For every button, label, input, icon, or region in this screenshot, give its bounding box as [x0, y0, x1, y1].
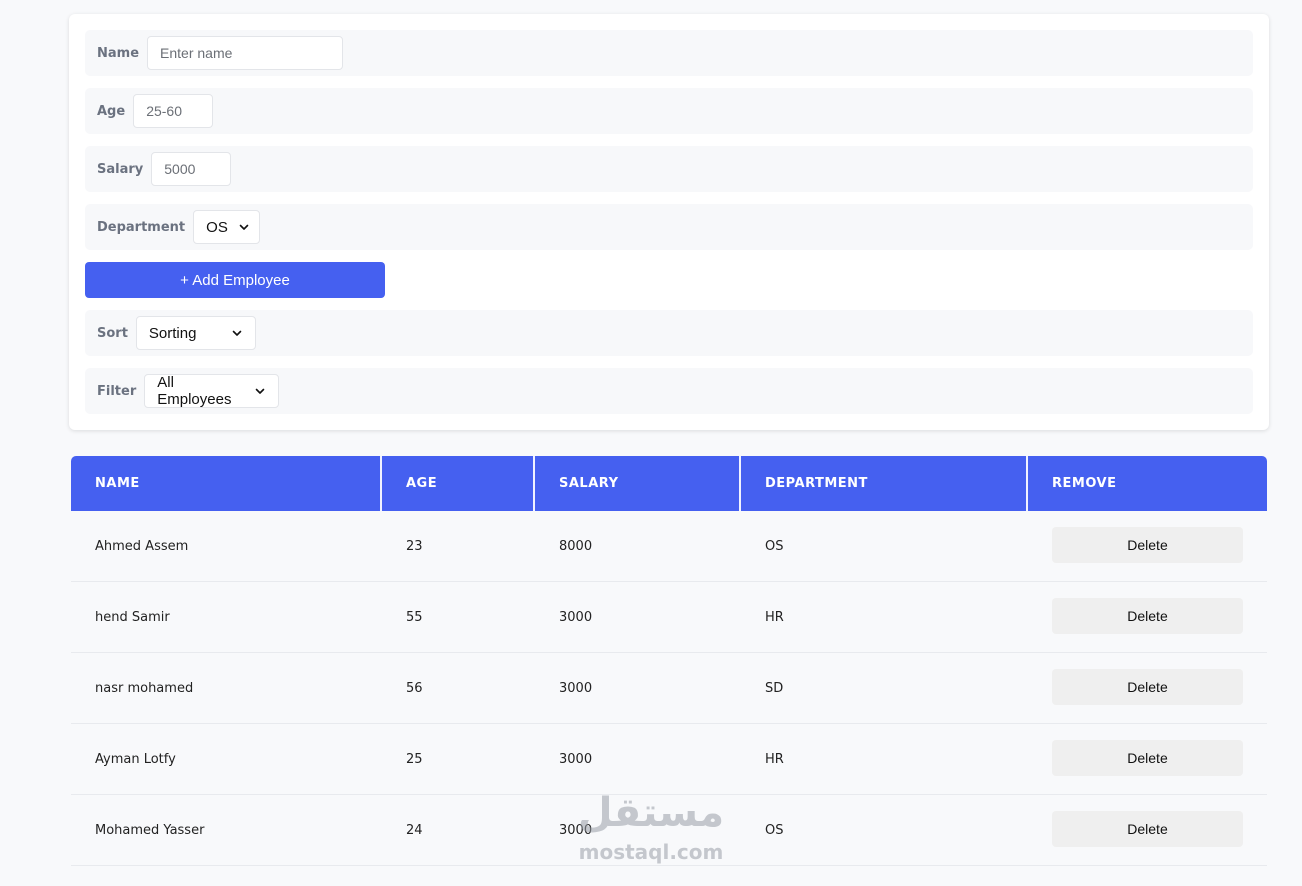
- filter-row: Filter All Employees: [85, 368, 1253, 414]
- cell-salary: 3000: [559, 822, 593, 838]
- name-input[interactable]: [147, 36, 344, 70]
- department-label: Department: [97, 219, 186, 235]
- chevron-down-icon: [238, 221, 250, 233]
- delete-button[interactable]: Delete: [1052, 597, 1243, 634]
- cell-age: 25: [406, 751, 423, 767]
- filter-select[interactable]: All Employees: [144, 374, 280, 408]
- header-remove: REMOVE: [1052, 476, 1117, 491]
- cell-name: Ahmed Assem: [95, 538, 189, 554]
- sort-select[interactable]: Sorting: [135, 316, 256, 350]
- age-label: Age: [97, 103, 126, 119]
- cell-remove: Delete: [1028, 724, 1267, 794]
- table-row: hend Samir 55 3000 HR Delete: [71, 582, 1267, 653]
- table-header: NAME AGE SALARY DEPARTMENT REMOVE: [71, 456, 1267, 511]
- cell-salary: 8000: [559, 538, 593, 554]
- name-row: Name: [85, 30, 1253, 76]
- salary-label: Salary: [97, 161, 144, 177]
- chevron-down-icon: [231, 327, 243, 339]
- name-label: Name: [97, 45, 140, 61]
- employee-form-card: Name Age Salary Department OS + Add Empl…: [69, 14, 1269, 430]
- cell-salary: 3000: [559, 751, 593, 767]
- filter-select-value: All Employees: [157, 374, 232, 408]
- chevron-down-icon: [254, 385, 266, 397]
- cell-salary: 3000: [559, 680, 593, 696]
- filter-label: Filter: [97, 383, 137, 399]
- add-employee-button[interactable]: + Add Employee: [85, 262, 385, 298]
- cell-remove: Delete: [1028, 653, 1267, 723]
- header-age: AGE: [382, 456, 535, 511]
- sort-row: Sort Sorting: [85, 310, 1253, 356]
- cell-department: OS: [765, 538, 784, 554]
- header-name: NAME: [71, 456, 382, 511]
- cell-department: HR: [765, 751, 784, 767]
- employee-table: NAME AGE SALARY DEPARTMENT REMOVE Ahmed …: [71, 456, 1267, 866]
- salary-row: Salary: [85, 146, 1253, 192]
- cell-department: HR: [765, 609, 784, 625]
- cell-remove: Delete: [1028, 795, 1267, 865]
- department-select[interactable]: OS: [193, 210, 261, 244]
- cell-remove: Delete: [1028, 582, 1267, 652]
- delete-button[interactable]: Delete: [1052, 668, 1243, 705]
- cell-remove: Delete: [1028, 511, 1267, 581]
- delete-button[interactable]: Delete: [1052, 526, 1243, 563]
- cell-department: SD: [765, 680, 784, 696]
- header-salary: SALARY: [535, 456, 741, 511]
- cell-name: nasr mohamed: [95, 680, 194, 696]
- delete-button[interactable]: Delete: [1052, 810, 1243, 847]
- cell-age: 24: [406, 822, 423, 838]
- table-row: Ayman Lotfy 25 3000 HR Delete: [71, 724, 1267, 795]
- age-row: Age: [85, 88, 1253, 134]
- delete-button[interactable]: Delete: [1052, 739, 1243, 776]
- header-department: DEPARTMENT: [741, 456, 1028, 511]
- table-row: Mohamed Yasser 24 3000 OS Delete: [71, 795, 1267, 866]
- cell-age: 55: [406, 609, 423, 625]
- cell-name: Ayman Lotfy: [95, 751, 176, 767]
- department-select-value: OS: [206, 218, 228, 236]
- cell-name: Mohamed Yasser: [95, 822, 205, 838]
- age-input[interactable]: [133, 94, 214, 128]
- cell-name: hend Samir: [95, 609, 170, 625]
- department-row: Department OS: [85, 204, 1253, 250]
- cell-salary: 3000: [559, 609, 593, 625]
- sort-label: Sort: [97, 325, 128, 341]
- cell-department: OS: [765, 822, 784, 838]
- cell-age: 23: [406, 538, 423, 554]
- sort-select-value: Sorting: [148, 324, 197, 342]
- table-row: nasr mohamed 56 3000 SD Delete: [71, 653, 1267, 724]
- cell-age: 56: [406, 680, 423, 696]
- salary-input[interactable]: [151, 152, 232, 186]
- table-row: Ahmed Assem 23 8000 OS Delete: [71, 511, 1267, 582]
